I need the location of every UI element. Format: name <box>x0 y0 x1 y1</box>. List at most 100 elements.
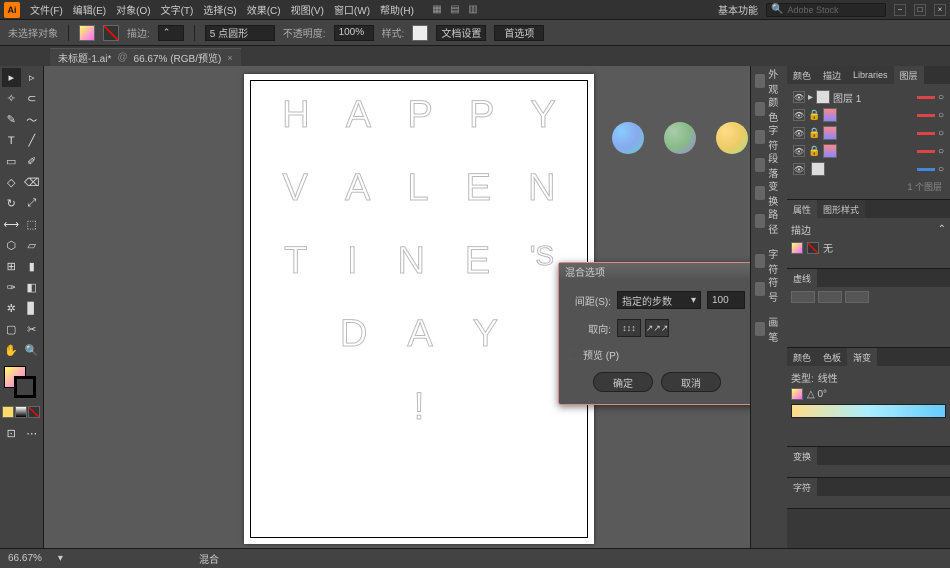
tab-color[interactable]: 颜色 <box>787 66 817 84</box>
screen-mode[interactable]: ⊡ <box>2 424 21 443</box>
maximize-button[interactable]: □ <box>914 4 926 16</box>
dock-para[interactable]: 段落 <box>753 154 785 176</box>
dock-brush[interactable]: 画笔 <box>753 318 785 340</box>
menu-select[interactable]: 选择(S) <box>199 0 240 19</box>
perspective-tool[interactable]: ▱ <box>23 236 42 255</box>
fill-stroke-control[interactable] <box>2 366 42 402</box>
lasso-tool[interactable]: ⊂ <box>23 89 42 108</box>
selection-tool[interactable]: ▸ <box>2 68 21 87</box>
tab-stroke[interactable]: 描边 <box>817 66 847 84</box>
dock-char[interactable]: 字符 <box>753 126 785 148</box>
layer-row[interactable]: 👁○ <box>791 160 946 178</box>
dock-path[interactable]: 路径 <box>753 210 785 232</box>
opacity-input[interactable]: 100% <box>334 25 374 41</box>
color-mode[interactable] <box>2 406 14 418</box>
tab-properties[interactable]: 属性 <box>787 200 817 218</box>
ok-button[interactable]: 确定 <box>593 372 653 392</box>
symbol-tool[interactable]: ✲ <box>2 299 21 318</box>
artboard-tool[interactable]: ▢ <box>2 320 21 339</box>
shaper-tool[interactable]: ◇ <box>2 173 21 192</box>
width-tool[interactable]: ⟷ <box>2 215 21 234</box>
menu-object[interactable]: 对象(O) <box>112 0 154 19</box>
lock-icon[interactable]: 🔒 <box>808 110 820 121</box>
slice-tool[interactable]: ✂ <box>23 320 42 339</box>
gradient-tool[interactable]: ▮ <box>23 257 42 276</box>
steps-input[interactable]: 100 <box>707 291 745 309</box>
preview-checkbox[interactable]: 预览 (P) <box>569 347 745 362</box>
none-mode[interactable] <box>28 406 40 418</box>
gradient-mode[interactable] <box>15 406 27 418</box>
rect-tool[interactable]: ▭ <box>2 152 21 171</box>
type-tool[interactable]: T <box>2 131 21 150</box>
layer-row[interactable]: 👁🔒○ <box>791 124 946 142</box>
menu-window[interactable]: 窗口(W) <box>330 0 374 19</box>
line-tool[interactable]: ╱ <box>23 131 42 150</box>
tab-libraries[interactable]: Libraries <box>847 66 894 84</box>
close-tab-icon[interactable]: × <box>227 53 232 63</box>
cancel-button[interactable]: 取消 <box>661 372 721 392</box>
search-input[interactable]: 🔍 Adobe Stock <box>766 3 886 17</box>
layer-row[interactable]: 👁🔒○ <box>791 106 946 124</box>
canvas[interactable]: HAPPY VALEN TINE'S DAY ! 混合选项 间距(S): 指定的… <box>44 66 750 548</box>
hand-tool[interactable]: ✋ <box>2 341 21 360</box>
tab-color2[interactable]: 颜色 <box>787 348 817 366</box>
stroke-swatch[interactable] <box>103 25 119 41</box>
free-transform-tool[interactable]: ⬚ <box>23 215 42 234</box>
spacing-mode-select[interactable]: 指定的步数▾ <box>617 291 701 309</box>
style-swatch[interactable] <box>412 25 428 41</box>
orient-page-button[interactable]: ↕↕↕ <box>617 319 641 337</box>
layer-row[interactable]: 👁▸图层 1○ <box>791 88 946 106</box>
tab-char[interactable]: 字符 <box>787 478 817 496</box>
layer-row[interactable]: 👁🔒○ <box>791 142 946 160</box>
pen-tool[interactable]: ✎ <box>2 110 21 129</box>
tab-transform[interactable]: 变换 <box>787 447 817 465</box>
zoom-tool[interactable]: 🔍 <box>23 341 42 360</box>
tab-graphic-styles[interactable]: 图形样式 <box>817 200 865 218</box>
visibility-icon[interactable]: 👁 <box>793 163 805 175</box>
visibility-icon[interactable]: 👁 <box>793 109 805 121</box>
edit-toolbar[interactable]: ⋯ <box>23 424 42 443</box>
minimize-button[interactable]: − <box>894 4 906 16</box>
tab-gradient[interactable]: 渐变 <box>847 348 877 366</box>
orient-path-button[interactable]: ↗↗↗ <box>645 319 669 337</box>
dock-transform[interactable]: 变换 <box>753 182 785 204</box>
blend-tool[interactable]: ◧ <box>23 278 42 297</box>
gradient-slider[interactable] <box>791 404 946 418</box>
fill-swatch[interactable] <box>79 25 95 41</box>
mesh-tool[interactable]: ⊞ <box>2 257 21 276</box>
menu-view[interactable]: 视图(V) <box>287 0 328 19</box>
eyedropper-tool[interactable]: ✑ <box>2 278 21 297</box>
visibility-icon[interactable]: 👁 <box>793 145 805 157</box>
rotate-tool[interactable]: ↻ <box>2 194 21 213</box>
document-tab[interactable]: 未标题-1.ai* @ 66.67% (RGB/预览) × <box>50 48 241 66</box>
brush-tool[interactable]: ✐ <box>23 152 42 171</box>
dock-color[interactable]: 颜色 <box>753 98 785 120</box>
wand-tool[interactable]: ✧ <box>2 89 21 108</box>
menu-type[interactable]: 文字(T) <box>157 0 198 19</box>
tab-swatches[interactable]: 色板 <box>817 348 847 366</box>
menu-effect[interactable]: 效果(C) <box>243 0 285 19</box>
menu-help[interactable]: 帮助(H) <box>376 0 418 19</box>
close-button[interactable]: × <box>934 4 946 16</box>
dock-char2[interactable]: 字符 <box>753 250 785 272</box>
bridge-icon[interactable]: ▦ <box>430 3 444 17</box>
visibility-icon[interactable]: 👁 <box>793 127 805 139</box>
lock-icon[interactable]: 🔒 <box>808 146 820 157</box>
graph-tool[interactable]: ▊ <box>23 299 42 318</box>
visibility-icon[interactable]: 👁 <box>793 91 805 103</box>
curvature-tool[interactable]: 〜 <box>23 110 42 129</box>
dock-symbol[interactable]: 符号 <box>753 278 785 300</box>
menu-edit[interactable]: 编辑(E) <box>69 0 110 19</box>
docsetup-button[interactable]: 文档设置 <box>436 25 486 41</box>
tab-layers[interactable]: 图层 <box>894 66 924 84</box>
arrange-icon[interactable]: ▤ <box>448 3 462 17</box>
direct-select-tool[interactable]: ▹ <box>23 68 42 87</box>
stroke-weight[interactable]: ⌃ <box>158 25 184 41</box>
dock-appearance[interactable]: 外观 <box>753 70 785 92</box>
workspace-label[interactable]: 基本功能 <box>718 2 758 17</box>
brush-def[interactable]: 5 点圆形 <box>205 25 275 41</box>
shape-builder-tool[interactable]: ⬡ <box>2 236 21 255</box>
tab-dash[interactable]: 虚线 <box>787 269 817 287</box>
menu-file[interactable]: 文件(F) <box>26 0 67 19</box>
prefs-button[interactable]: 首选项 <box>494 25 544 41</box>
